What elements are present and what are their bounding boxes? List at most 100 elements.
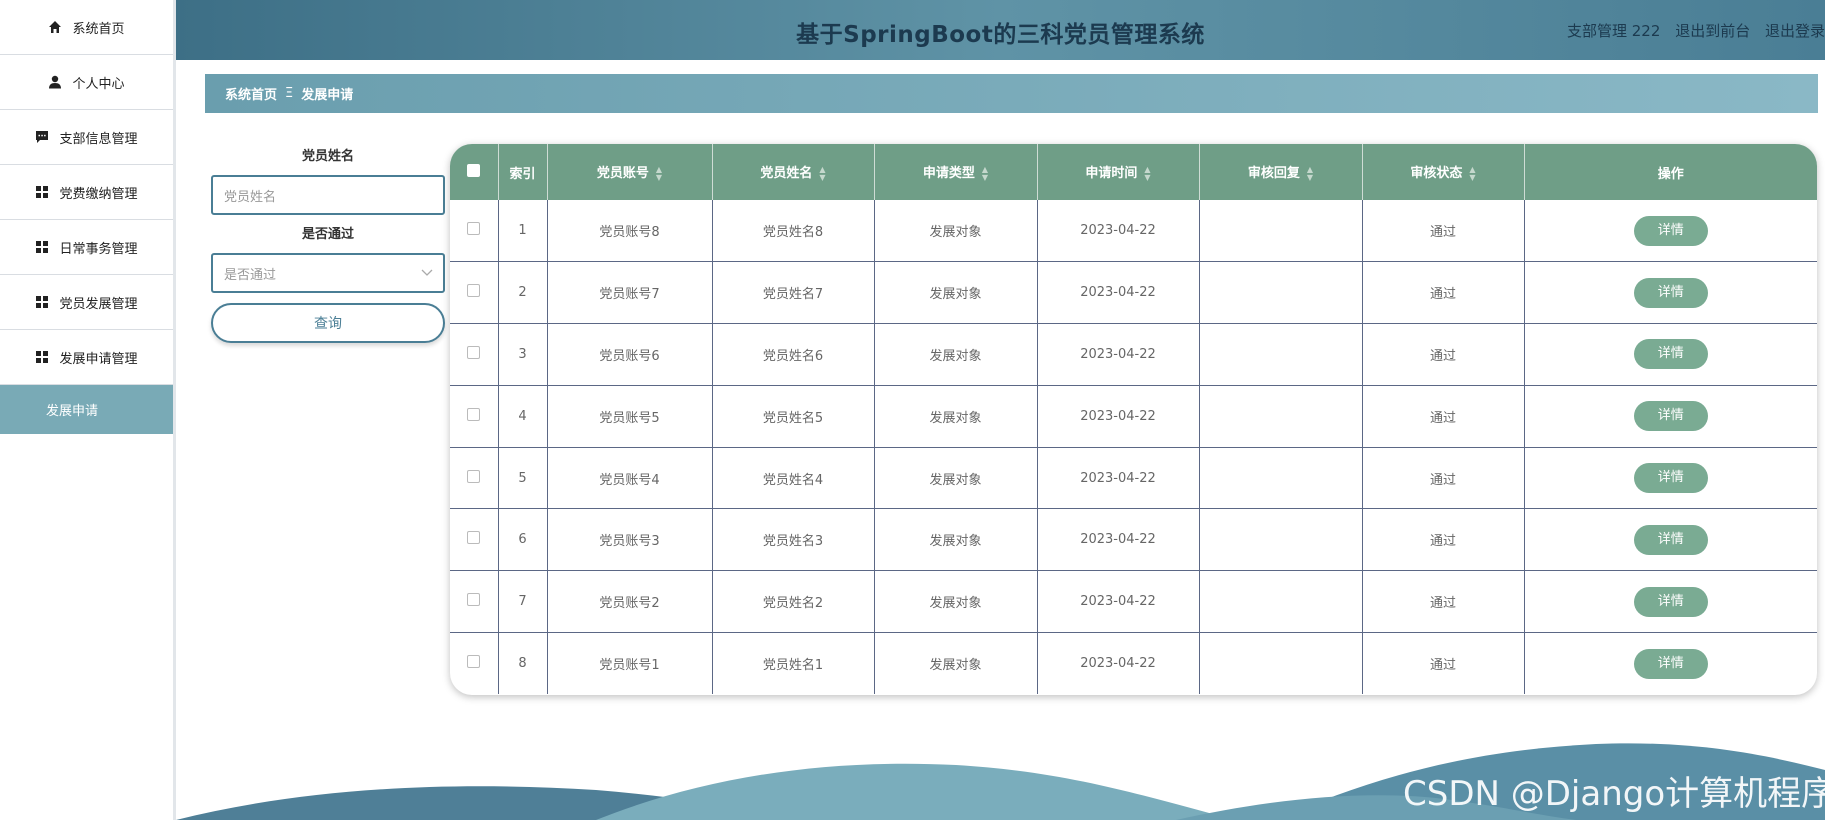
cell-index: 8: [498, 632, 548, 695]
cell-status: 通过: [1362, 261, 1525, 325]
cell-account: 党员账号2: [547, 570, 713, 634]
grid-icon: [35, 350, 49, 364]
detail-button[interactable]: 详情: [1633, 648, 1708, 679]
row-checkbox[interactable]: [467, 531, 481, 545]
sort-icon[interactable]: ▲ ▼: [819, 165, 825, 182]
table-row: 2 党员账号7 党员姓名7 发展对象 2023-04-22 通过 详情: [450, 261, 1817, 325]
cell-reply: [1199, 261, 1363, 325]
sidebar-item-application[interactable]: 发展申请管理: [0, 330, 173, 385]
cell-index: 7: [498, 570, 548, 634]
top-header: 基于SpringBoot的三科党员管理系统 支部管理 222 退出到前台 退出登…: [176, 0, 1825, 60]
detail-button[interactable]: 详情: [1633, 215, 1708, 246]
cell-index: 2: [498, 261, 548, 325]
name-label: 党员姓名: [301, 149, 354, 164]
breadcrumb-current: 发展申请: [301, 88, 354, 103]
cell-account: 党员账号1: [547, 632, 713, 695]
cell-reply: [1199, 508, 1363, 572]
grid-icon: [35, 295, 49, 309]
column-header-reply[interactable]: 审核回复 ▲ ▼: [1199, 144, 1363, 200]
row-checkbox[interactable]: [467, 284, 481, 298]
applications-table: 索引 党员账号 ▲ ▼ 党员姓名 ▲ ▼ 申请类型 ▲ ▼ 申请时间 ▲ ▼ 审核回复 ▲ ▼ 审核…: [450, 144, 1817, 695]
table-row: 5 党员账号4 党员姓名4 发展对象 2023-04-22 通过 详情: [450, 447, 1817, 510]
detail-button[interactable]: 详情: [1633, 463, 1708, 494]
cell-account: 党员账号3: [547, 508, 713, 572]
detail-button[interactable]: 详情: [1633, 339, 1708, 370]
logout-link[interactable]: 退出登录: [1765, 22, 1825, 40]
home-icon: [48, 20, 62, 34]
cell-index: 4: [498, 385, 548, 448]
sidebar-item-development[interactable]: 党员发展管理: [0, 275, 173, 330]
column-header-account[interactable]: 党员账号 ▲ ▼: [547, 144, 713, 200]
cell-type: 发展对象: [874, 570, 1038, 634]
sidebar-item-fees[interactable]: 党费缴纳管理: [0, 165, 173, 220]
pass-select[interactable]: 是否通过: [211, 253, 445, 293]
cell-time: 2023-04-22: [1037, 632, 1200, 695]
sort-icon[interactable]: ▲ ▼: [1307, 165, 1313, 182]
sidebar-item-daily[interactable]: 日常事务管理: [0, 220, 173, 275]
column-header-status[interactable]: 审核状态 ▲ ▼: [1362, 144, 1525, 200]
sidebar-item-label: 个人中心: [72, 76, 125, 92]
sort-icon[interactable]: ▲ ▼: [1144, 165, 1150, 182]
cell-type: 发展对象: [874, 385, 1038, 448]
row-checkbox[interactable]: [467, 469, 481, 483]
name-input[interactable]: 党员姓名: [211, 175, 445, 215]
watermark: CSDN @Django计算机程序: [1403, 774, 1825, 814]
cell-type: 发展对象: [874, 447, 1038, 510]
pass-select-placeholder: 是否通过: [224, 267, 277, 283]
row-checkbox[interactable]: [467, 593, 481, 607]
detail-button[interactable]: 详情: [1633, 401, 1708, 432]
cell-time: 2023-04-22: [1037, 200, 1200, 263]
column-header-type[interactable]: 申请类型 ▲ ▼: [874, 144, 1038, 200]
column-header-index: 索引: [498, 144, 548, 200]
column-header-name[interactable]: 党员姓名 ▲ ▼: [712, 144, 875, 200]
detail-button[interactable]: 详情: [1633, 586, 1708, 617]
breadcrumb-separator: Ξ: [285, 86, 294, 101]
sort-icon[interactable]: ▲ ▼: [656, 165, 662, 182]
cell-name: 党员姓名1: [712, 632, 875, 695]
cell-type: 发展对象: [874, 323, 1038, 386]
column-header-time[interactable]: 申请时间 ▲ ▼: [1037, 144, 1200, 200]
sidebar-item-home[interactable]: 系统首页: [0, 0, 173, 55]
cell-name: 党员姓名3: [712, 508, 875, 572]
current-user: 支部管理 222: [1567, 22, 1661, 40]
table-row: 8 党员账号1 党员姓名1 发展对象 2023-04-22 通过 详情: [450, 632, 1817, 695]
detail-button[interactable]: 详情: [1633, 524, 1708, 555]
sort-icon[interactable]: ▲ ▼: [982, 165, 988, 182]
cell-time: 2023-04-22: [1037, 261, 1200, 325]
cell-status: 通过: [1362, 447, 1525, 510]
cell-reply: [1199, 200, 1363, 263]
back-to-front-link[interactable]: 退出到前台: [1675, 22, 1750, 40]
sidebar-item-label: 支部信息管理: [59, 131, 138, 147]
query-button[interactable]: 查询: [211, 303, 445, 343]
select-all-checkbox[interactable]: [467, 163, 481, 177]
sort-icon[interactable]: ▲ ▼: [1469, 165, 1475, 182]
message-icon: [35, 130, 49, 144]
cell-time: 2023-04-22: [1037, 323, 1200, 386]
cell-account: 党员账号4: [547, 447, 713, 510]
row-checkbox[interactable]: [467, 222, 481, 236]
search-panel: 党员姓名 党员姓名 是否通过 是否通过 查询: [211, 148, 445, 343]
table-header-row: 索引 党员账号 ▲ ▼ 党员姓名 ▲ ▼ 申请类型 ▲ ▼ 申请时间 ▲ ▼ 审核回复 ▲ ▼ 审核…: [450, 144, 1817, 200]
cell-account: 党员账号8: [547, 200, 713, 263]
sidebar-item-branch-info[interactable]: 支部信息管理: [0, 110, 173, 165]
cell-status: 通过: [1362, 570, 1525, 634]
detail-button[interactable]: 详情: [1633, 277, 1708, 308]
cell-reply: [1199, 632, 1363, 695]
cell-type: 发展对象: [874, 508, 1038, 572]
cell-reply: [1199, 385, 1363, 448]
cell-name: 党员姓名4: [712, 447, 875, 510]
sidebar-item-profile[interactable]: 个人中心: [0, 55, 173, 110]
cell-index: 1: [498, 200, 548, 263]
row-checkbox[interactable]: [467, 655, 481, 669]
row-checkbox[interactable]: [467, 407, 481, 421]
row-checkbox[interactable]: [467, 345, 481, 359]
cell-name: 党员姓名6: [712, 323, 875, 386]
column-header-actions: 操作: [1657, 166, 1684, 182]
breadcrumb-home[interactable]: 系统首页: [225, 84, 277, 103]
sidebar-subitem-apply[interactable]: 发展申请: [0, 385, 173, 434]
table-row: 7 党员账号2 党员姓名2 发展对象 2023-04-22 通过 详情: [450, 570, 1817, 634]
table-row: 4 党员账号5 党员姓名5 发展对象 2023-04-22 通过 详情: [450, 385, 1817, 448]
cell-type: 发展对象: [874, 200, 1038, 263]
cell-reply: [1199, 323, 1363, 386]
cell-index: 6: [498, 508, 548, 572]
